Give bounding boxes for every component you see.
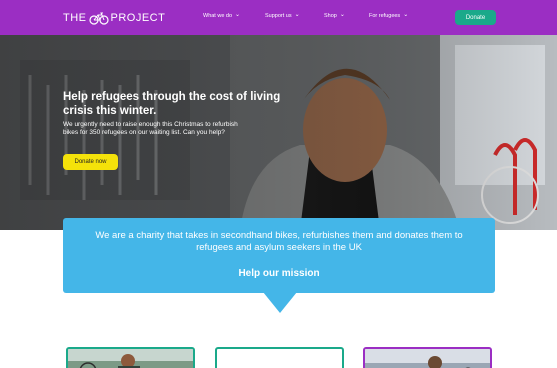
nav-label: Support us xyxy=(265,13,292,19)
nav-item-shop[interactable]: Shop ⌄ xyxy=(324,12,345,19)
hero-banner: Help refugees through the cost of living… xyxy=(0,35,557,230)
bicycle-icon xyxy=(88,12,109,25)
site-header: THE PROJECT What we do ⌄ Support us ⌄ Sh… xyxy=(0,0,557,35)
feature-card[interactable] xyxy=(363,347,492,368)
donate-button[interactable]: Donate xyxy=(455,10,496,25)
chevron-down-icon: ⌄ xyxy=(294,12,300,18)
nav-item-support-us[interactable]: Support us ⌄ xyxy=(265,12,300,19)
hero-subtitle: We urgently need to raise enough this Ch… xyxy=(63,121,238,137)
mission-callout: We are a charity that takes in secondhan… xyxy=(63,218,495,293)
card-photo xyxy=(365,349,490,368)
nav-item-what-we-do[interactable]: What we do ⌄ xyxy=(203,12,241,19)
help-our-mission-link[interactable]: Help our mission xyxy=(63,268,495,279)
donate-now-button[interactable]: Donate now xyxy=(63,154,118,170)
callout-pointer xyxy=(263,292,297,313)
nav-label: For refugees xyxy=(369,13,401,19)
mission-statement: We are a charity that takes in secondhan… xyxy=(95,230,463,254)
card-photo xyxy=(68,349,193,368)
logo-text-left: THE xyxy=(63,12,87,24)
hero-title: Help refugees through the cost of living… xyxy=(63,91,281,118)
chevron-down-icon: ⌄ xyxy=(235,12,241,18)
nav-label: Shop xyxy=(324,13,337,19)
nav-label: What we do xyxy=(203,13,233,19)
feature-card[interactable] xyxy=(215,347,344,368)
nav-item-for-refugees[interactable]: For refugees ⌄ xyxy=(369,12,409,19)
site-logo[interactable]: THE PROJECT xyxy=(63,11,165,25)
feature-card[interactable] xyxy=(66,347,195,368)
logo-text-right: PROJECT xyxy=(110,12,166,24)
chevron-down-icon: ⌄ xyxy=(339,12,345,18)
chevron-down-icon: ⌄ xyxy=(403,12,409,18)
